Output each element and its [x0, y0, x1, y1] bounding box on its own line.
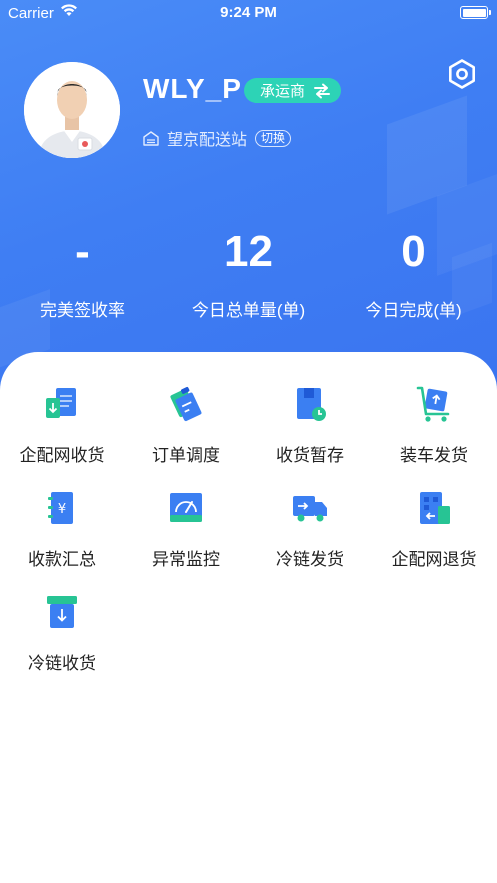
menu-item-label: 冷链收货 [28, 654, 96, 673]
role-badge[interactable]: 承运商 [244, 78, 342, 103]
menu-item-label: 异常监控 [152, 550, 220, 569]
menu-item-cold-chain-receive[interactable]: 冷链收货 [0, 592, 124, 682]
cold-chain-receive-icon [47, 596, 77, 628]
enterprise-return-icon [420, 492, 450, 524]
menu-item-receive-storage[interactable]: 收货暂存 [248, 384, 372, 474]
switch-station-button[interactable]: 切换 [255, 129, 292, 147]
avatar-image [24, 62, 120, 158]
receive-storage-icon [297, 388, 326, 421]
profile-header: Carrier 9:24 PM WLY_P 承运商 望京配送站 切换 - 完美签… [0, 0, 497, 400]
username: WLY_P [143, 73, 242, 104]
payment-summary-icon: ¥ [48, 492, 73, 524]
station-icon [143, 130, 159, 146]
menu-item-label: 企配网收货 [19, 446, 105, 465]
role-label: 承运商 [260, 83, 306, 100]
order-dispatch-icon [170, 386, 202, 422]
menu-item-enterprise-return[interactable]: 企配网退货 [372, 488, 496, 578]
menu-item-payment-summary[interactable]: ¥ 收款汇总 [0, 488, 124, 578]
station-name: 望京配送站 [167, 132, 248, 149]
menu-item-exception-monitor[interactable]: 异常监控 [124, 488, 248, 578]
svg-text:¥: ¥ [58, 502, 66, 517]
cold-chain-ship-icon [293, 496, 327, 522]
stat-total-orders: 12 今日总单量(单) [166, 222, 331, 321]
exception-monitor-icon [170, 493, 202, 522]
stat-label: 完美签收率 [40, 301, 125, 320]
stat-value: 12 [224, 227, 273, 276]
battery-icon [460, 6, 491, 19]
stat-value: 0 [401, 227, 426, 276]
station-row[interactable]: 望京配送站 切换 [143, 126, 292, 150]
switch-arrows-icon [314, 83, 331, 98]
stat-sign-rate: - 完美签收率 [0, 222, 165, 321]
menu-item-label: 订单调度 [152, 446, 220, 465]
stat-value: - [75, 227, 90, 276]
menu-item-order-dispatch[interactable]: 订单调度 [124, 384, 248, 474]
clock: 9:24 PM [220, 4, 277, 21]
loading-ship-icon [416, 386, 450, 422]
menu-item-label: 企配网退货 [391, 550, 477, 569]
menu-item-enterprise-receive[interactable]: 企配网收货 [0, 384, 124, 474]
menu-item-loading-ship[interactable]: 装车发货 [372, 384, 496, 474]
settings-icon[interactable] [446, 58, 478, 90]
menu-item-label: 装车发货 [400, 446, 468, 465]
menu-item-label: 收货暂存 [276, 446, 344, 465]
stat-label: 今日总单量(单) [191, 301, 306, 320]
menu-item-label: 冷链发货 [276, 550, 344, 569]
stat-completed: 0 今日完成(单) [331, 222, 496, 321]
avatar[interactable] [24, 62, 120, 158]
stat-label: 今日完成(单) [365, 301, 462, 320]
status-bar: Carrier 9:24 PM [0, 0, 497, 26]
enterprise-receive-icon [46, 388, 76, 418]
stats-row: - 完美签收率 12 今日总单量(单) 0 今日完成(单) [0, 222, 497, 332]
menu-item-label: 收款汇总 [28, 550, 96, 569]
menu-item-cold-chain-ship[interactable]: 冷链发货 [248, 488, 372, 578]
